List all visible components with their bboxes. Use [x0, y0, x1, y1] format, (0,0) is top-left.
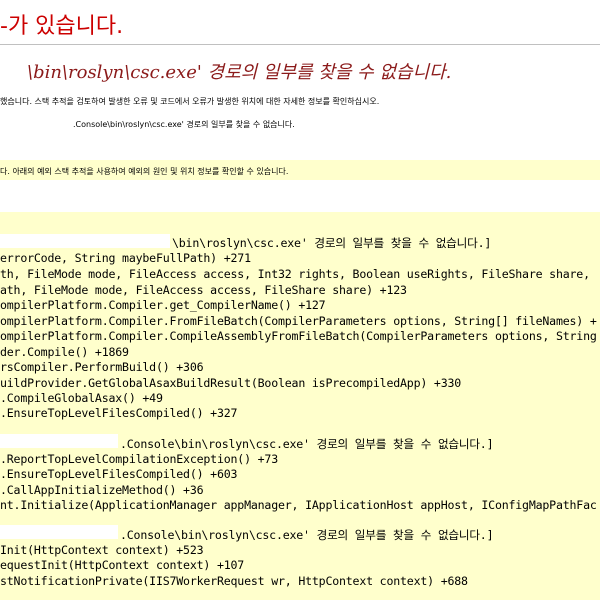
- title-divider: [0, 44, 600, 45]
- stack-line: .ReportTopLevelCompilationException() +7…: [0, 452, 278, 466]
- stack-line: equestInit(HttpContext context) +107: [0, 558, 245, 572]
- stack-line: rsCompiler.PerformBuild() +306: [0, 360, 204, 374]
- stack-line: ompilerPlatform.Compiler.FromFileBatch(C…: [0, 314, 597, 328]
- stack-line: .EnsureTopLevelFilesCompiled() +327: [0, 406, 238, 420]
- source-error-note: 다. 아래의 예외 스택 추적을 사용하여 예외의 원인 및 위치 정보를 확인…: [0, 167, 289, 176]
- stack-line: .CallAppInitializeMethod() +36: [0, 483, 204, 497]
- redacted-block: [0, 434, 118, 448]
- stack-line: stNotificationPrivate(IIS7WorkerRequest …: [0, 574, 468, 588]
- stack-line: Init(HttpContext context) +523: [0, 543, 204, 557]
- redacted-block: [0, 525, 118, 539]
- error-title: -가 있습니다.: [0, 14, 124, 39]
- stack-line: nt.Initialize(ApplicationManager appMana…: [0, 498, 597, 512]
- description-text: 했습니다. 스택 추적을 검토하여 발생한 오류 및 코드에서 오류가 발생한 …: [0, 97, 380, 106]
- redacted-block: [0, 234, 170, 248]
- stack-line: .CompileGlobalAsax() +49: [0, 391, 163, 405]
- stack-line: ompilerPlatform.Compiler.get_CompilerNam…: [0, 298, 326, 312]
- stack-line: der.Compile() +1869: [0, 345, 129, 359]
- stack-line: errorCode, String maybeFullPath) +271: [0, 251, 251, 265]
- stack-line: th, FileMode mode, FileAccess access, In…: [0, 267, 590, 281]
- stack-line: .EnsureTopLevelFilesCompiled() +603: [0, 467, 238, 481]
- stack-line: \bin\roslyn\csc.exe' 경로의 일부를 찾을 수 없습니다.]: [172, 236, 492, 250]
- stack-line: uildProvider.GetGlobalAsaxBuildResult(Bo…: [0, 376, 462, 390]
- stack-line: ompilerPlatform.Compiler.CompileAssembly…: [0, 329, 597, 343]
- error-subtitle: \bin\roslyn\csc.exe' 경로의 일부를 찾을 수 없습니다.: [27, 62, 452, 83]
- stack-line: ath, FileMode mode, FileAccess access, F…: [0, 283, 407, 297]
- exception-details-text: .Console\bin\roslyn\csc.exe' 경로의 일부를 찾을 …: [73, 120, 295, 129]
- stack-line: .Console\bin\roslyn\csc.exe' 경로의 일부를 찾을 …: [120, 528, 494, 542]
- stack-line: .Console\bin\roslyn\csc.exe' 경로의 일부를 찾을 …: [120, 437, 494, 451]
